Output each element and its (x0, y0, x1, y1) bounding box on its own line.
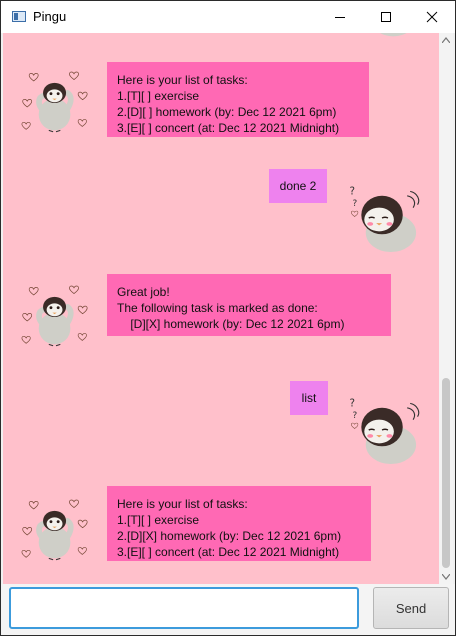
window-title: Pingu (33, 9, 67, 24)
pingu-avatar (11, 281, 101, 353)
user-avatar-partial (353, 33, 423, 39)
user-input[interactable] (9, 587, 359, 629)
pingu-avatar (11, 495, 101, 567)
user-message: done 2 (269, 169, 327, 203)
scroll-down-icon[interactable] (439, 570, 453, 584)
bot-message: Here is your list of tasks: 1.[T][ ] exe… (107, 486, 371, 561)
user-avatar (341, 393, 429, 467)
bot-message: Here is your list of tasks: 1.[T][ ] exe… (107, 62, 369, 137)
vertical-scrollbar[interactable] (439, 33, 453, 584)
maximize-icon[interactable] (363, 1, 409, 33)
close-icon[interactable] (409, 1, 455, 33)
scroll-up-icon[interactable] (439, 33, 453, 47)
user-message: list (290, 381, 328, 415)
minimize-icon[interactable] (317, 1, 363, 33)
app-window: Pingu Here is your list of tasks: 1.[T][… (0, 0, 456, 636)
scrollbar-thumb[interactable] (442, 378, 450, 568)
title-bar: Pingu (1, 1, 455, 33)
dialog-container[interactable]: Here is your list of tasks: 1.[T][ ] exe… (3, 33, 439, 584)
user-avatar (341, 181, 429, 255)
app-icon (12, 11, 26, 22)
pingu-avatar (11, 67, 101, 139)
bot-message: Great job! The following task is marked … (107, 274, 391, 336)
send-button[interactable]: Send (373, 587, 449, 629)
